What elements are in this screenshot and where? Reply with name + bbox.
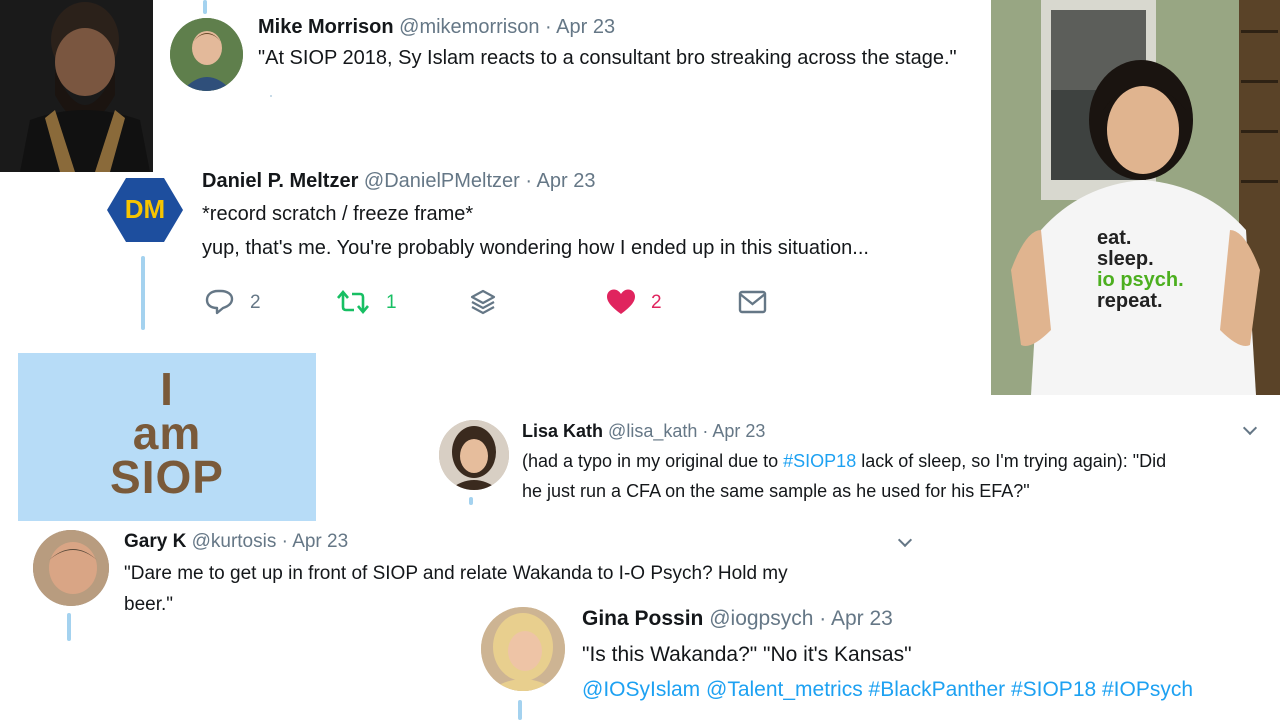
tweet-header-lisa: Lisa Kath @lisa_kath · Apr 23 [522, 421, 765, 442]
separator: · [525, 170, 533, 192]
tweet-tags[interactable]: @IOSyIslam @Talent_metrics #BlackPanther… [582, 678, 1193, 702]
message-button[interactable] [738, 288, 768, 316]
thread-line [469, 497, 473, 505]
tweet-date[interactable]: Apr 23 [831, 607, 893, 630]
layers-icon [470, 289, 496, 315]
avatar-daniel-meltzer[interactable]: DM [106, 176, 184, 244]
thread-line [518, 700, 522, 720]
tshirt-line-repeat: repeat. [1097, 290, 1163, 312]
reply-button[interactable] [205, 287, 235, 317]
avatar-lisa-kath[interactable] [439, 420, 509, 490]
separator: · [545, 16, 552, 38]
tweet-header-mike: Mike Morrison @mikemorrison · Apr 23 [258, 16, 615, 39]
i-am-siop-text: I am SIOP [18, 363, 316, 503]
retweet-button[interactable] [336, 287, 370, 317]
avatar-gary-k[interactable] [33, 530, 109, 606]
author-name[interactable]: Mike Morrison [258, 16, 394, 38]
iam-line-i: I [160, 363, 174, 415]
avatar-gina-possin[interactable] [481, 607, 565, 691]
author-name[interactable]: Gina Possin [582, 607, 703, 630]
hashtag-link[interactable]: #SIOP18 [783, 451, 856, 471]
author-name[interactable]: Daniel P. Meltzer [202, 170, 358, 192]
author-name[interactable]: Gary K [124, 531, 186, 552]
photo-io-psych-tshirt: eat. sleep. io psych. repeat. [991, 0, 1280, 395]
tshirt-line-eat: eat. [1097, 227, 1132, 249]
tweet-text: "At SIOP 2018, Sy Islam reacts to a cons… [258, 47, 957, 69]
thread-tick [270, 95, 272, 97]
separator: · [702, 421, 709, 441]
author-name[interactable]: Lisa Kath [522, 421, 603, 441]
heart-icon [607, 289, 635, 314]
tweet-text-line2: he just run a CFA on the same sample as … [522, 481, 1030, 501]
tweet-text-post: lack of sleep, so I'm trying again): "Di… [856, 451, 1167, 471]
tweet-text-line2: beer." [124, 594, 174, 615]
tweet-header-gary: Gary K @kurtosis · Apr 23 [124, 531, 348, 553]
tweet-text-line1: "Is this Wakanda?" "No it's Kansas" [582, 643, 912, 666]
chevron-down-icon[interactable] [897, 532, 913, 548]
tweet-date[interactable]: Apr 23 [712, 421, 765, 441]
separator: · [281, 531, 288, 552]
chevron-down-icon[interactable] [1242, 420, 1258, 436]
author-handle[interactable]: @kurtosis [192, 531, 277, 552]
tshirt-text: eat. sleep. io psych. repeat. [1097, 228, 1184, 312]
iam-line-siop: SIOP [110, 451, 224, 503]
thread-line [141, 256, 145, 330]
author-handle[interactable]: @iogpsych [709, 607, 813, 630]
person-photo [991, 0, 1280, 395]
reply-icon [205, 289, 234, 315]
author-handle[interactable]: @lisa_kath [608, 421, 697, 441]
iam-line-am: am [132, 407, 202, 459]
envelope-icon [738, 290, 767, 314]
tweet-text-pre: (had a typo in my original due to [522, 451, 784, 471]
tweet-text-line2: yup, that's me. You're probably wonderin… [202, 237, 869, 259]
tweet-header-daniel: Daniel P. Meltzer @DanielPMeltzer · Apr … [202, 170, 595, 193]
avatar-initials: DM [124, 194, 166, 224]
person-photo [0, 0, 153, 172]
thread-line [203, 0, 207, 14]
tshirt-line-sleep: sleep. [1097, 248, 1154, 270]
author-handle[interactable]: @mikemorrison [399, 16, 539, 38]
tweet-header-gina: Gina Possin @iogpsych · Apr 23 [582, 607, 893, 631]
retweet-count: 1 [386, 292, 397, 313]
separator: · [819, 607, 827, 630]
tweet-date[interactable]: Apr 23 [292, 531, 348, 552]
thread-line [67, 613, 71, 641]
author-handle[interactable]: @DanielPMeltzer [364, 170, 520, 192]
photo-sy-islam [0, 0, 153, 172]
tshirt-line-io-psych: io psych. [1097, 269, 1184, 291]
tweet-text-line1: (had a typo in my original due to #SIOP1… [522, 451, 1166, 472]
i-am-siop-graphic: I am SIOP [18, 353, 316, 521]
tweet-date[interactable]: Apr 23 [556, 16, 615, 38]
tweet-date[interactable]: Apr 23 [537, 170, 596, 192]
tweet-text-line1: *record scratch / freeze frame* [202, 203, 474, 225]
like-button[interactable] [606, 288, 636, 316]
reply-count: 2 [250, 292, 261, 313]
avatar-mike-morrison[interactable] [170, 18, 243, 91]
tweet-text-line1: "Dare me to get up in front of SIOP and … [124, 563, 788, 584]
like-count: 2 [651, 292, 662, 313]
retweet-icon [337, 289, 369, 315]
layers-button[interactable] [469, 288, 497, 316]
